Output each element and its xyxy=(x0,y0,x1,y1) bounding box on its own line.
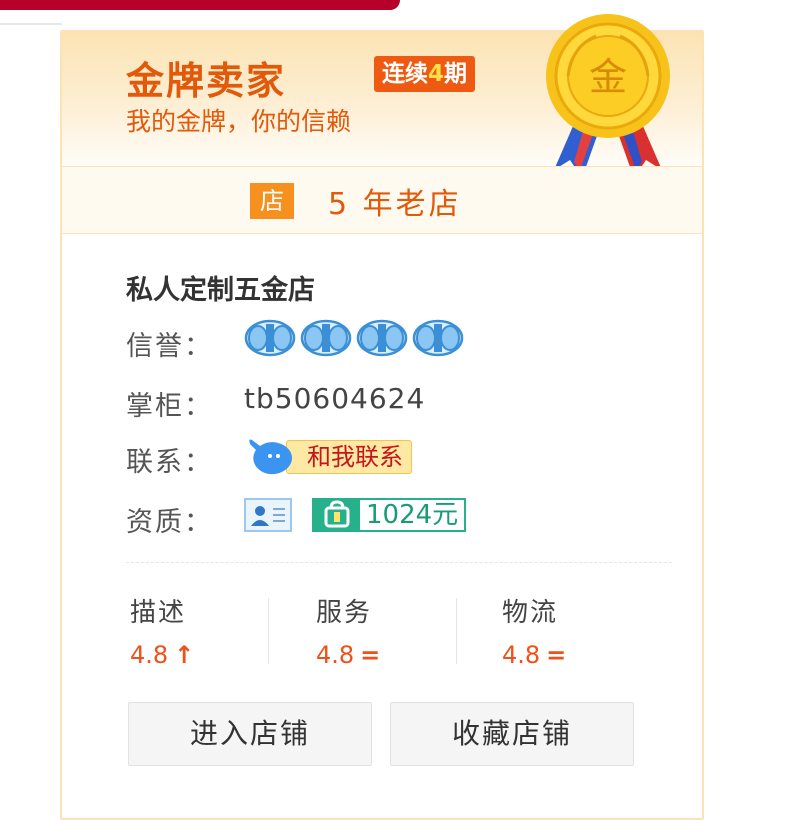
rating-value: 4.8 xyxy=(502,641,541,669)
deposit-amount: 1024元 xyxy=(366,500,459,530)
crown-icon xyxy=(300,319,352,357)
rating-value: 4.8 xyxy=(316,641,355,669)
gold-medal-icon: 金 xyxy=(546,14,670,178)
rating-service: 服务 4.8 = xyxy=(316,592,446,669)
rating-value: 4.8 xyxy=(130,641,169,669)
contact-label: 联系： xyxy=(126,447,213,478)
gold-seller-slogan: 我的金牌，你的信赖 xyxy=(126,107,352,136)
rating-value-row: 4.8 = xyxy=(502,641,632,669)
deposit-badge[interactable]: 1024元 xyxy=(312,498,467,532)
enter-shop-button[interactable]: 进入店铺 xyxy=(128,702,372,766)
gold-seller-title: 金牌卖家 xyxy=(126,59,287,103)
id-card-icon xyxy=(251,506,285,526)
rating-name: 描述 xyxy=(130,598,187,628)
id-verified-icon[interactable] xyxy=(244,498,292,532)
rating-value-row: 4.8 ↑ xyxy=(130,641,260,669)
rating-separator xyxy=(456,598,457,664)
streak-badge: 连续4期 xyxy=(374,56,476,92)
crown-icon xyxy=(244,319,296,357)
chat-bubble-icon xyxy=(249,439,292,475)
shop-age-text: 5 年老店 xyxy=(328,187,462,222)
keeper-id[interactable]: tb50604624 xyxy=(244,382,425,415)
medal-char: 金 xyxy=(589,55,627,99)
reputation-label: 信誉： xyxy=(126,331,213,362)
streak-suffix: 期 xyxy=(444,61,468,87)
reputation-crowns[interactable] xyxy=(244,318,468,358)
shop-icon: 店 xyxy=(250,183,294,219)
deposit-bag-icon xyxy=(314,500,360,530)
streak-prefix: 连续 xyxy=(382,61,428,87)
top-banner-edge xyxy=(0,0,400,10)
trend-equal-icon: = xyxy=(360,641,381,669)
top-divider xyxy=(0,23,62,25)
keeper-label: 掌柜： xyxy=(126,391,213,422)
rating-separator xyxy=(268,598,269,664)
contact-me-button[interactable]: 和我联系 xyxy=(286,440,412,474)
rating-description: 描述 4.8 ↑ xyxy=(130,592,260,669)
trend-up-icon: ↑ xyxy=(174,641,195,669)
trend-equal-icon: = xyxy=(546,641,567,669)
shop-age-bar: 店 5 年老店 xyxy=(62,166,702,234)
rating-name: 物流 xyxy=(502,598,559,628)
ratings-divider xyxy=(126,562,672,563)
crown-icon xyxy=(412,319,464,357)
streak-number: 4 xyxy=(428,61,445,87)
rating-name: 服务 xyxy=(316,598,373,628)
gold-seller-header: 金牌卖家 连续4期 我的金牌，你的信赖 金 xyxy=(62,14,702,178)
favorite-shop-button[interactable]: 收藏店铺 xyxy=(390,702,634,766)
rating-logistics: 物流 4.8 = xyxy=(502,592,632,669)
shop-name[interactable]: 私人定制五金店 xyxy=(126,268,315,307)
rating-value-row: 4.8 = xyxy=(316,641,446,669)
qualification-label: 资质： xyxy=(126,507,213,538)
seller-card: 金牌卖家 连续4期 我的金牌，你的信赖 金 店 5 年老店 私人定制五金店 信誉… xyxy=(60,14,704,820)
crown-icon xyxy=(356,319,408,357)
